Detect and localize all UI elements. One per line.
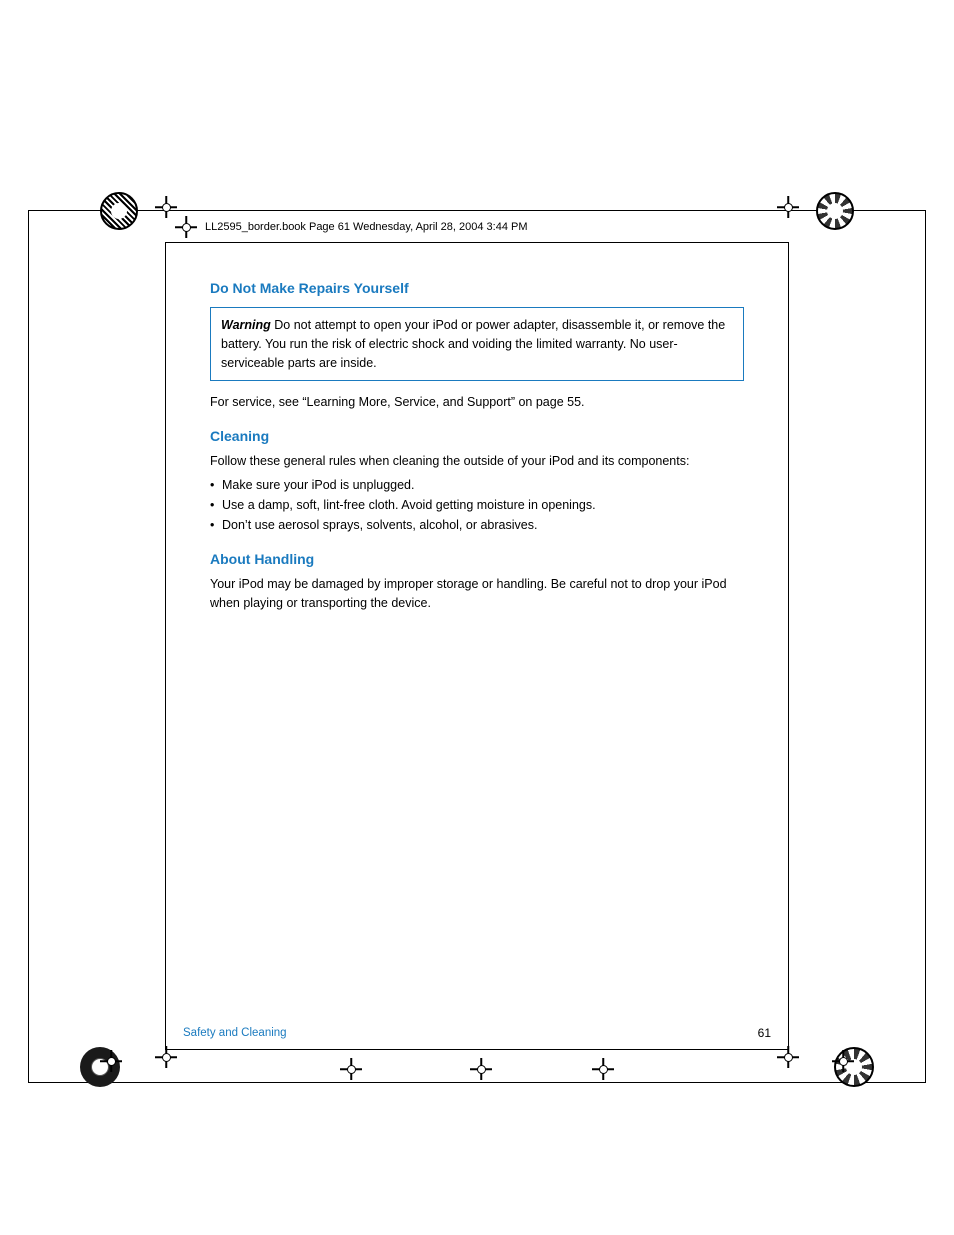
file-info-text: LL2595_border.book Page 61 Wednesday, Ap…	[205, 221, 528, 233]
main-title: Do Not Make Repairs Yourself	[210, 278, 744, 299]
reg-crosshair-corner-bottom-left	[100, 1050, 122, 1072]
reg-crosshair-corner-bottom-right	[832, 1050, 854, 1072]
warning-box: Warning Do not attempt to open your iPod…	[210, 307, 744, 381]
handling-title: About Handling	[210, 549, 744, 570]
service-text: For service, see “Learning More, Service…	[210, 393, 744, 412]
outer-border-right	[925, 210, 926, 1083]
handling-text: Your iPod may be damaged by improper sto…	[210, 575, 744, 613]
reg-crosshair-top-left	[155, 196, 177, 218]
cleaning-bullets: Make sure your iPod is unplugged. Use a …	[210, 475, 744, 535]
footer-page-number: 61	[758, 1026, 771, 1040]
page-content: Do Not Make Repairs Yourself Warning Do …	[180, 258, 774, 1035]
inner-border-bottom	[165, 1049, 789, 1050]
crosshair-icon	[175, 216, 197, 238]
footer-left-text: Safety and Cleaning	[183, 1027, 287, 1039]
reg-crosshair-bottom-left	[155, 1046, 177, 1068]
outer-border-bottom	[28, 1082, 926, 1083]
bullet-item-3: Don’t use aerosol sprays, solvents, alco…	[210, 515, 744, 535]
inner-border-left	[165, 242, 166, 1050]
inner-border-top	[165, 242, 789, 243]
reg-crosshair-top-right	[777, 196, 799, 218]
reg-mark-top-right	[816, 192, 854, 230]
warning-label: Warning	[221, 318, 271, 332]
reg-crosshair-bottom-center-3	[592, 1058, 614, 1080]
reg-crosshair-bottom-center-2	[470, 1058, 492, 1080]
reg-crosshair-bottom-center-1	[340, 1058, 362, 1080]
bullet-item-1: Make sure your iPod is unplugged.	[210, 475, 744, 495]
cleaning-intro: Follow these general rules when cleaning…	[210, 452, 744, 471]
file-info-bar: LL2595_border.book Page 61 Wednesday, Ap…	[165, 213, 789, 241]
reg-crosshair-bottom-right	[777, 1046, 799, 1068]
outer-border-left	[28, 210, 29, 1083]
inner-border-right	[788, 242, 789, 1050]
reg-mark-top-left	[100, 192, 138, 230]
cleaning-title: Cleaning	[210, 426, 744, 447]
bullet-item-2: Use a damp, soft, lint-free cloth. Avoid…	[210, 495, 744, 515]
warning-text: Do not attempt to open your iPod or powe…	[221, 318, 725, 370]
footer-area: Safety and Cleaning 61	[165, 1019, 789, 1047]
